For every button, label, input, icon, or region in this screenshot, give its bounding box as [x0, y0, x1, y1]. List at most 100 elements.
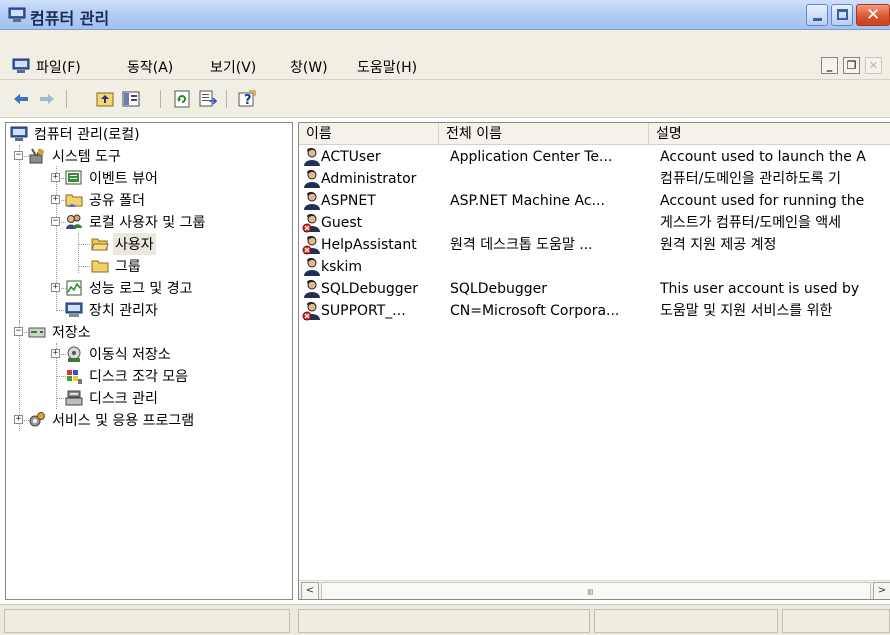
user-row[interactable]: kskim — [299, 256, 890, 278]
maximize-button[interactable] — [831, 4, 853, 26]
user-row[interactable]: Administrator 컴퓨터/도메인을 관리하도록 기 — [299, 168, 890, 190]
user-full-name: Application Center Te... — [450, 149, 613, 165]
minimize-button[interactable] — [806, 4, 828, 26]
tree-item-system-tools[interactable]: 시스템 도구 — [28, 145, 123, 167]
console-tree[interactable]: − + + − + − + + 컴퓨터 관리(로컬) 시스템 도구 이벤트 뷰어… — [5, 122, 293, 600]
show-hide-tree-button[interactable] — [120, 88, 142, 110]
tree-item-local-users-groups[interactable]: 로컬 사용자 및 그룹 — [65, 211, 207, 233]
tree-item-perf-logs[interactable]: 성능 로그 및 경고 — [65, 277, 195, 299]
expand-toggle[interactable]: + — [14, 415, 23, 424]
tree-item-disk-management[interactable]: 디스크 관리 — [65, 387, 160, 409]
user-description: Account used to launch the A — [660, 149, 866, 165]
tree-item-label: 시스템 도구 — [52, 149, 121, 165]
title-bar[interactable]: 컴퓨터 관리 ✕ — [0, 0, 890, 30]
status-panel — [594, 609, 778, 633]
tree-item-storage[interactable]: 저장소 — [28, 321, 93, 343]
tree-item-event-viewer[interactable]: 이벤트 뷰어 — [65, 167, 160, 189]
column-header-name[interactable]: 이름 — [299, 123, 439, 145]
user-row[interactable]: HelpAssistant 원격 데스크톱 도움말 ... 원격 지원 제공 계정 — [299, 234, 890, 256]
tree-item-users[interactable]: 사용자 — [91, 233, 156, 255]
menu-action[interactable]: 동작(A) — [127, 57, 173, 77]
menu-file[interactable]: 파일(F) — [36, 57, 81, 77]
user-name: SQLDebugger — [321, 281, 419, 297]
user-name-cell: Administrator — [301, 168, 439, 190]
tree-item-shared-folders[interactable]: 공유 폴더 — [65, 189, 147, 211]
scroll-right-button[interactable]: > — [873, 582, 890, 599]
tree-line — [78, 266, 90, 267]
toolbar-separator — [226, 90, 227, 108]
tree-item-services-apps[interactable]: 서비스 및 응용 프로그램 — [28, 409, 196, 431]
expand-toggle[interactable]: + — [51, 349, 60, 358]
svg-text:?: ? — [244, 93, 252, 108]
show-hide-tree-icon — [122, 91, 140, 107]
close-button[interactable]: ✕ — [856, 4, 890, 26]
user-name: Administrator — [321, 171, 417, 187]
up-one-level-button[interactable] — [94, 88, 116, 110]
user-row[interactable]: SQLDebugger SQLDebugger This user account … — [299, 278, 890, 300]
scrollbar-thumb[interactable]: IIII — [321, 582, 871, 599]
status-panel — [4, 609, 290, 633]
user-name: Guest — [321, 215, 363, 231]
computer-management-icon — [8, 7, 26, 22]
child-minimize-button[interactable]: _ — [821, 57, 838, 74]
tree-item-root[interactable]: 컴퓨터 관리(로컬) — [10, 123, 142, 145]
column-header-full-name[interactable]: 전체 이름 — [439, 123, 649, 145]
user-name: ACTUser — [321, 149, 381, 165]
users-list[interactable]: 이름 전체 이름 설명 ACTUser Application Center Te… — [298, 122, 890, 600]
scroll-left-button[interactable]: < — [301, 582, 319, 599]
performance-logs-icon — [66, 280, 82, 296]
tree-item-label: 디스크 조각 모음 — [89, 369, 189, 385]
user-row[interactable]: ACTUser Application Center Te... Account u… — [299, 146, 890, 168]
user-row[interactable]: ASPNET ASP.NET Machine Ac... Account used … — [299, 190, 890, 212]
user-description: 게스트가 컴퓨터/도메인을 액세 — [660, 215, 842, 231]
tree-item-label: 그룹 — [115, 259, 141, 275]
menu-window[interactable]: 창(W) — [290, 57, 328, 77]
menu-view[interactable]: 보기(V) — [210, 57, 256, 77]
refresh-button[interactable] — [171, 88, 193, 110]
column-header-description[interactable]: 설명 — [649, 123, 890, 145]
user-name: HelpAssistant — [321, 237, 417, 253]
tree-item-disk-defrag[interactable]: 디스크 조각 모음 — [65, 365, 190, 387]
tree-item-label: 이동식 저장소 — [89, 347, 171, 363]
user-name-cell: ASPNET — [301, 190, 439, 212]
right-arrow-icon: > — [877, 585, 887, 596]
tree-item-label: 사용자 — [113, 233, 156, 255]
removable-storage-icon — [67, 346, 81, 362]
computer-management-icon — [10, 126, 28, 141]
disabled-user-icon — [302, 213, 320, 233]
tree-item-label: 디스크 관리 — [89, 391, 158, 407]
back-button[interactable] — [10, 88, 32, 110]
tree-item-removable-storage[interactable]: 이동식 저장소 — [65, 343, 173, 365]
console-document-icon[interactable] — [12, 58, 30, 74]
expand-toggle[interactable]: + — [51, 283, 60, 292]
close-icon: ✕ — [868, 59, 879, 72]
tree-item-label: 서비스 및 응용 프로그램 — [52, 413, 195, 429]
tree-item-label: 성능 로그 및 경고 — [89, 281, 193, 297]
collapse-toggle[interactable]: − — [51, 217, 60, 226]
menu-help[interactable]: 도움말(H) — [357, 57, 417, 77]
export-list-icon — [199, 90, 217, 107]
forward-button[interactable] — [36, 88, 58, 110]
collapse-toggle[interactable]: − — [14, 151, 23, 160]
child-restore-button[interactable]: ❐ — [843, 57, 860, 74]
list-header: 이름 전체 이름 설명 — [299, 123, 890, 145]
tree-item-label: 저장소 — [52, 325, 91, 341]
horizontal-scrollbar[interactable]: < IIII > — [299, 580, 890, 599]
user-row[interactable]: SUPPORT_... CN=Microsoft Corpora... 도움말 및 … — [299, 300, 890, 322]
user-icon — [304, 147, 320, 166]
disabled-user-icon — [302, 235, 320, 255]
menu-bar: 파일(F) 동작(A) 보기(V) 창(W) 도움말(H) _ ❐ ✕ — [0, 52, 890, 80]
help-button[interactable]: ? — [236, 88, 258, 110]
status-panel — [782, 609, 890, 633]
export-list-button[interactable] — [197, 88, 219, 110]
user-name: SUPPORT_... — [321, 303, 406, 319]
tree-line — [78, 244, 90, 245]
tree-item-groups[interactable]: 그룹 — [91, 255, 143, 277]
expand-toggle[interactable]: + — [51, 195, 60, 204]
tree-item-label: 이벤트 뷰어 — [89, 171, 158, 187]
tree-item-device-manager[interactable]: 장치 관리자 — [65, 299, 160, 321]
collapse-toggle[interactable]: − — [14, 327, 23, 336]
expand-toggle[interactable]: + — [51, 173, 60, 182]
child-close-button[interactable]: ✕ — [865, 57, 882, 74]
user-row[interactable]: Guest 게스트가 컴퓨터/도메인을 액세 — [299, 212, 890, 234]
